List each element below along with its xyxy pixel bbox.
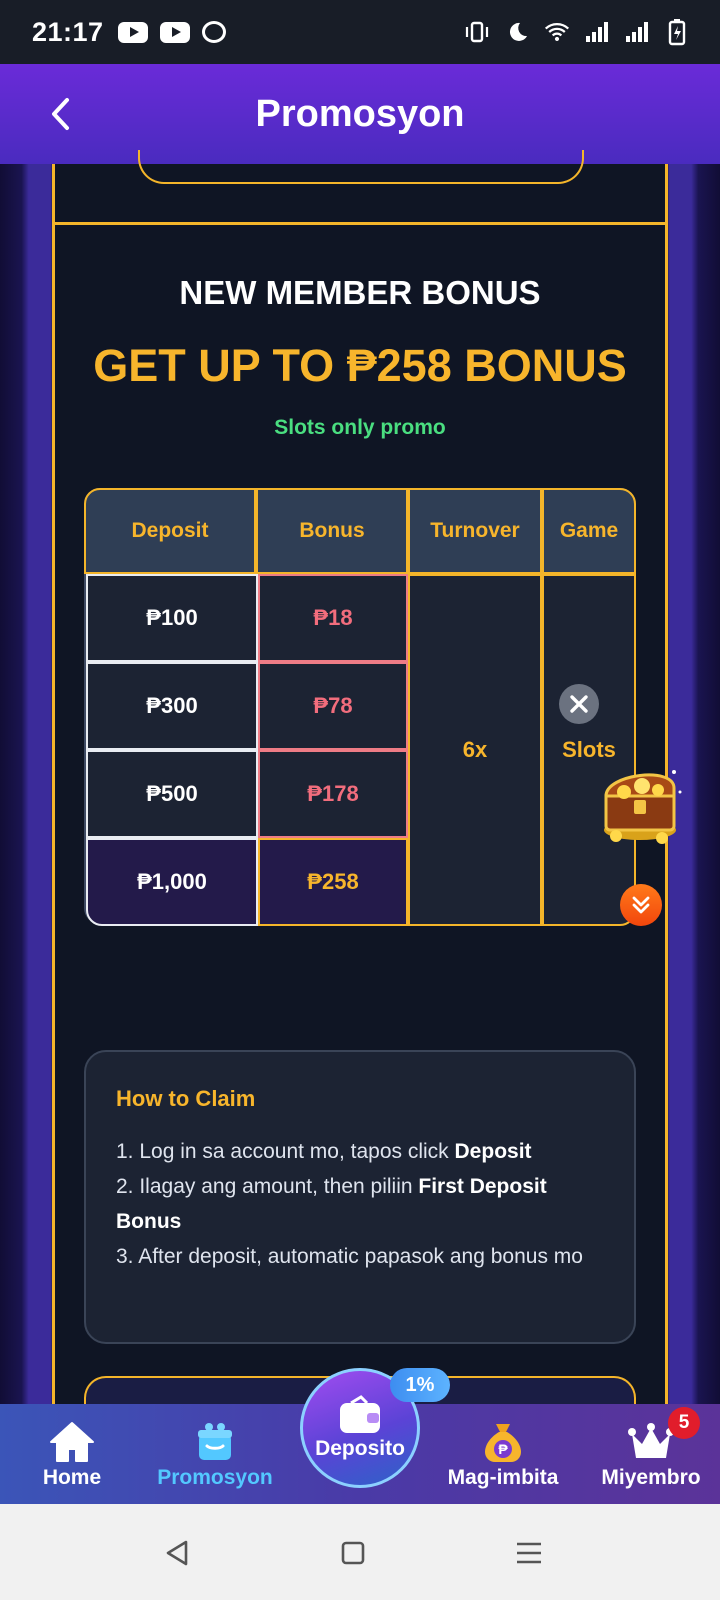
claim-step-text: 3. After deposit, automatic papasok ang …: [116, 1245, 583, 1268]
back-button[interactable]: [42, 96, 78, 132]
chevron-left-icon: [52, 98, 69, 130]
claim-step-text: 2. Ilagay ang amount, then piliin: [116, 1175, 419, 1198]
divider: [52, 222, 668, 225]
wifi-icon: [544, 19, 570, 45]
promo-note: Slots only promo: [274, 416, 446, 439]
deposit-percent-badge: 1%: [390, 1368, 450, 1402]
scroll-down-button[interactable]: [620, 884, 662, 926]
column-header-bonus: Bonus: [256, 488, 408, 574]
nav-promos[interactable]: Promosyon: [150, 1404, 280, 1504]
double-chevron-down-icon: [632, 896, 650, 914]
claim-step: 2. Ilagay ang amount, then piliin First …: [116, 1169, 604, 1239]
cell-bonus: ₱178: [258, 750, 408, 838]
claim-steps: 1. Log in sa account mo, tapos click Dep…: [116, 1134, 604, 1274]
system-back-button[interactable]: [162, 1538, 192, 1568]
vibrate-icon: [464, 19, 490, 45]
column-header-turnover: Turnover: [408, 488, 542, 574]
youtube-icon: [117, 21, 148, 43]
promo-heading: NEW MEMBER BONUS: [179, 274, 541, 311]
wallet-icon: [340, 1395, 380, 1433]
nav-home[interactable]: Home: [20, 1404, 124, 1504]
claim-title: How to Claim: [116, 1086, 256, 1111]
cell-turnover: 6x: [408, 574, 542, 926]
how-to-claim-panel: How to Claim 1. Log in sa account mo, ta…: [84, 1050, 636, 1344]
cell-deposit: ₱1,000: [86, 838, 258, 926]
svg-text:₱: ₱: [498, 1441, 508, 1457]
claim-step-text: 1. Log in sa account mo, tapos click: [116, 1140, 455, 1163]
cast-icon: [201, 21, 226, 43]
cell-bonus: ₱18: [258, 574, 408, 662]
gift-icon: [198, 1423, 232, 1460]
nav-invite[interactable]: ₱ Mag-imbita: [438, 1404, 568, 1504]
cell-deposit: ₱100: [86, 574, 258, 662]
system-nav-bar: [0, 1504, 720, 1600]
system-home-button[interactable]: [338, 1538, 368, 1568]
menu-icon: [517, 1542, 541, 1564]
deposit-label: Deposito: [315, 1437, 405, 1460]
nav-label: Miyembro: [601, 1466, 701, 1489]
youtube-icon: [159, 21, 190, 43]
square-home-icon: [341, 1541, 365, 1565]
signal-icon: [624, 19, 650, 45]
cell-deposit: ₱300: [86, 662, 258, 750]
column-header-game: Game: [542, 488, 636, 574]
close-button[interactable]: [559, 684, 599, 724]
signal-icon: [584, 19, 610, 45]
cell-bonus: ₱78: [258, 662, 408, 750]
nav-label: Home: [42, 1466, 102, 1489]
claim-step-bold: Deposit: [454, 1140, 532, 1163]
nav-label: Promosyon: [157, 1466, 273, 1489]
treasure-chest-icon[interactable]: [596, 752, 686, 848]
close-icon: [570, 695, 588, 713]
previous-section-button[interactable]: [138, 150, 584, 184]
member-notification-badge: 5: [668, 1407, 700, 1439]
page-title: Promosyon: [255, 92, 465, 135]
battery-charging-icon: [664, 19, 690, 46]
moon-icon: [504, 19, 530, 45]
nav-label: Mag-imbita: [447, 1466, 559, 1489]
promo-headline: GET UP TO ₱258 BONUS: [93, 340, 627, 391]
app-header: Promosyon: [0, 64, 720, 164]
money-bag-icon: ₱: [485, 1424, 521, 1462]
claim-step: 3. After deposit, automatic papasok ang …: [116, 1239, 604, 1274]
cell-deposit: ₱500: [86, 750, 258, 838]
cell-bonus: ₱258: [258, 838, 408, 926]
home-icon: [50, 1422, 94, 1462]
status-bar: 21:17: [0, 0, 720, 64]
system-menu-button[interactable]: [514, 1538, 544, 1568]
crown-icon: [628, 1423, 674, 1458]
column-header-deposit: Deposit: [84, 488, 256, 574]
cell-game: Slots: [542, 574, 636, 926]
status-time: 21:17: [32, 16, 104, 47]
triangle-back-icon: [166, 1540, 188, 1566]
claim-step: 1. Log in sa account mo, tapos click Dep…: [116, 1134, 604, 1169]
